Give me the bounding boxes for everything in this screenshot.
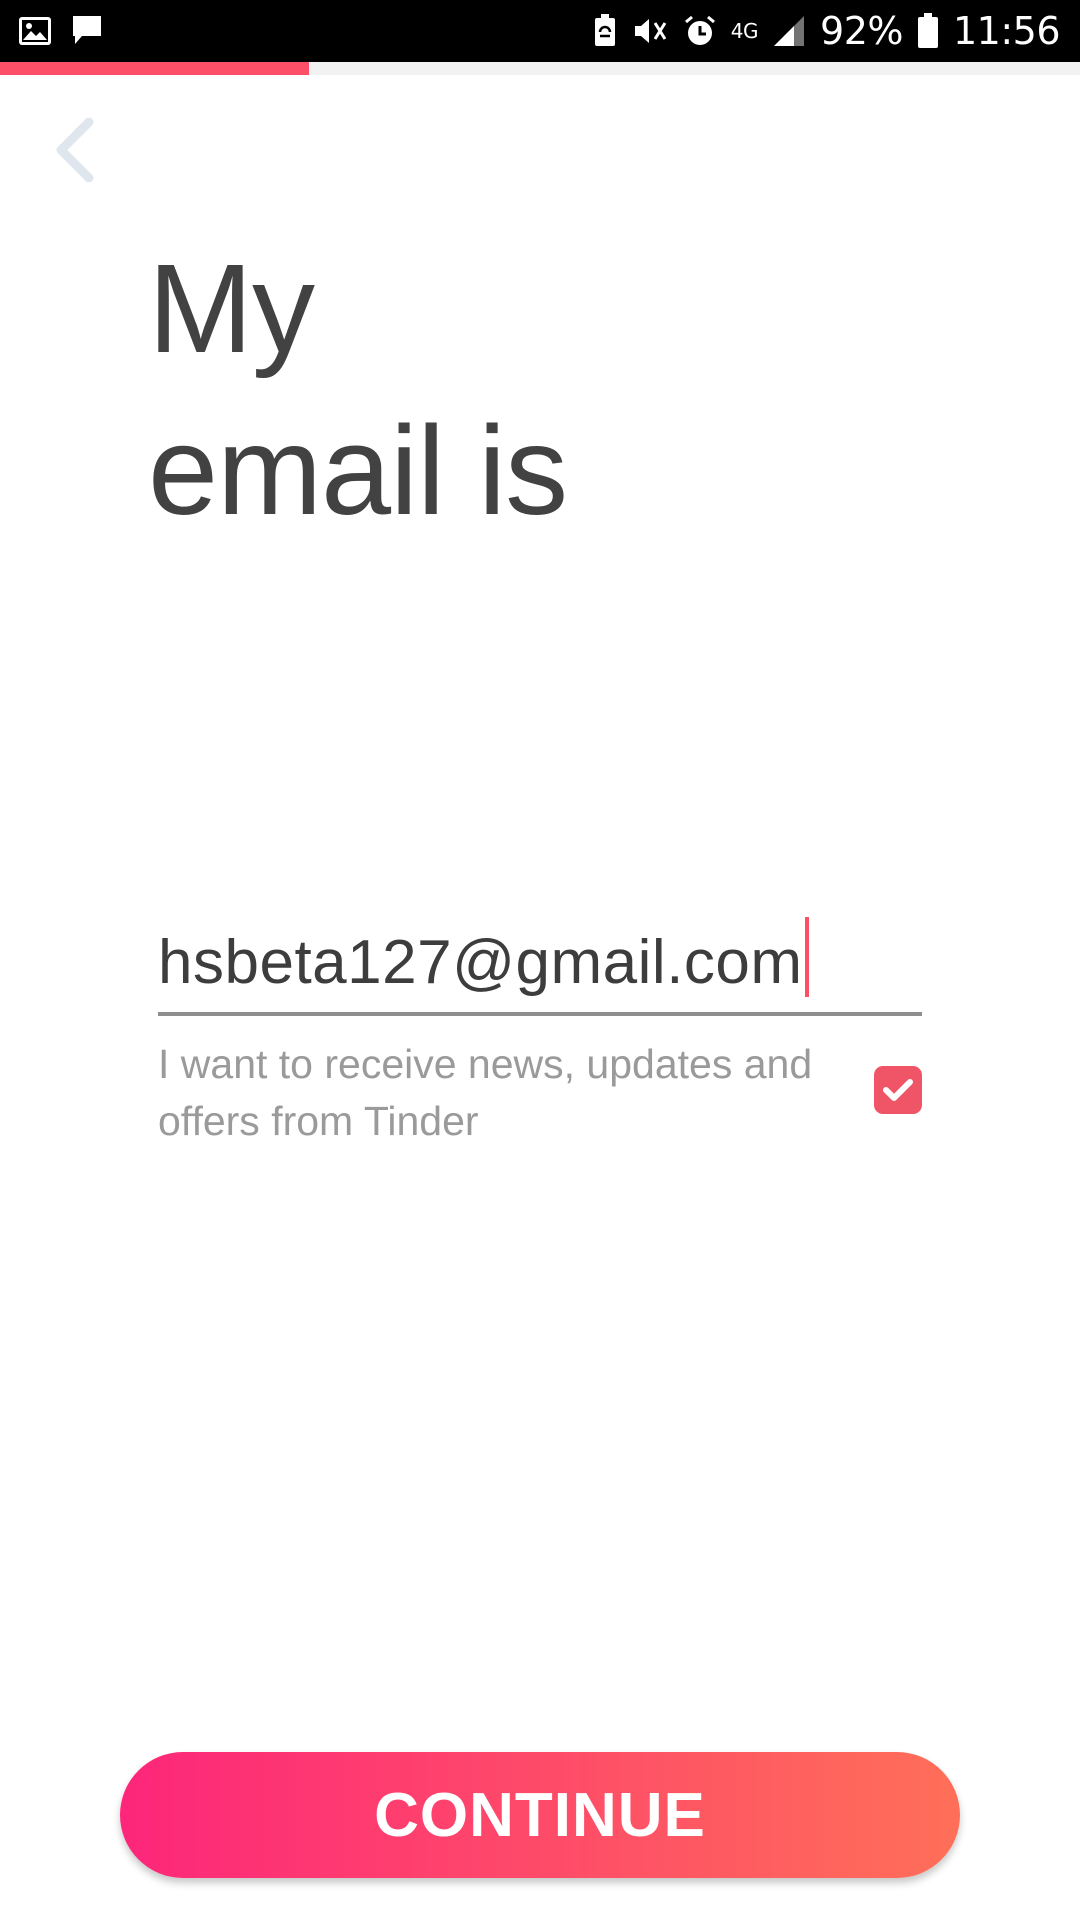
email-value-wrapper: hsbeta127@gmail.com [158, 917, 809, 998]
page-title-line-2: email is [148, 400, 568, 541]
marketing-consent-label: I want to receive news, updates and offe… [158, 1041, 813, 1144]
status-right: 4G 92% 11:56 [593, 8, 1061, 54]
alarm-icon [684, 15, 715, 45]
signal-icon [774, 16, 805, 46]
battery-saver-icon [594, 14, 615, 46]
email-value: hsbeta127@gmail.com [158, 928, 803, 997]
chevron-left-icon [56, 118, 94, 182]
battery-icon [917, 13, 938, 48]
signup-progress-bar [0, 62, 1080, 75]
marketing-consent-checkbox[interactable] [874, 1066, 922, 1114]
status-left [18, 14, 104, 48]
network-4g-icon: 4G [730, 19, 759, 43]
back-button[interactable] [40, 110, 110, 190]
email-field[interactable]: hsbeta127@gmail.com [158, 917, 922, 1016]
image-icon [19, 17, 51, 45]
battery-percent: 92% [820, 9, 903, 53]
vibrate-icon [634, 19, 667, 43]
status-bar: 4G 92% 11:56 [0, 0, 1080, 62]
clock-time: 11:56 [952, 9, 1061, 53]
page-title-line-1: My [148, 238, 315, 379]
checkmark-icon [883, 1079, 913, 1101]
continue-button[interactable]: CONTINUE [120, 1752, 960, 1878]
signup-progress-fill [0, 62, 309, 75]
text-cursor [804, 917, 809, 997]
page-title: My email is [148, 228, 568, 552]
chat-icon [73, 16, 101, 44]
